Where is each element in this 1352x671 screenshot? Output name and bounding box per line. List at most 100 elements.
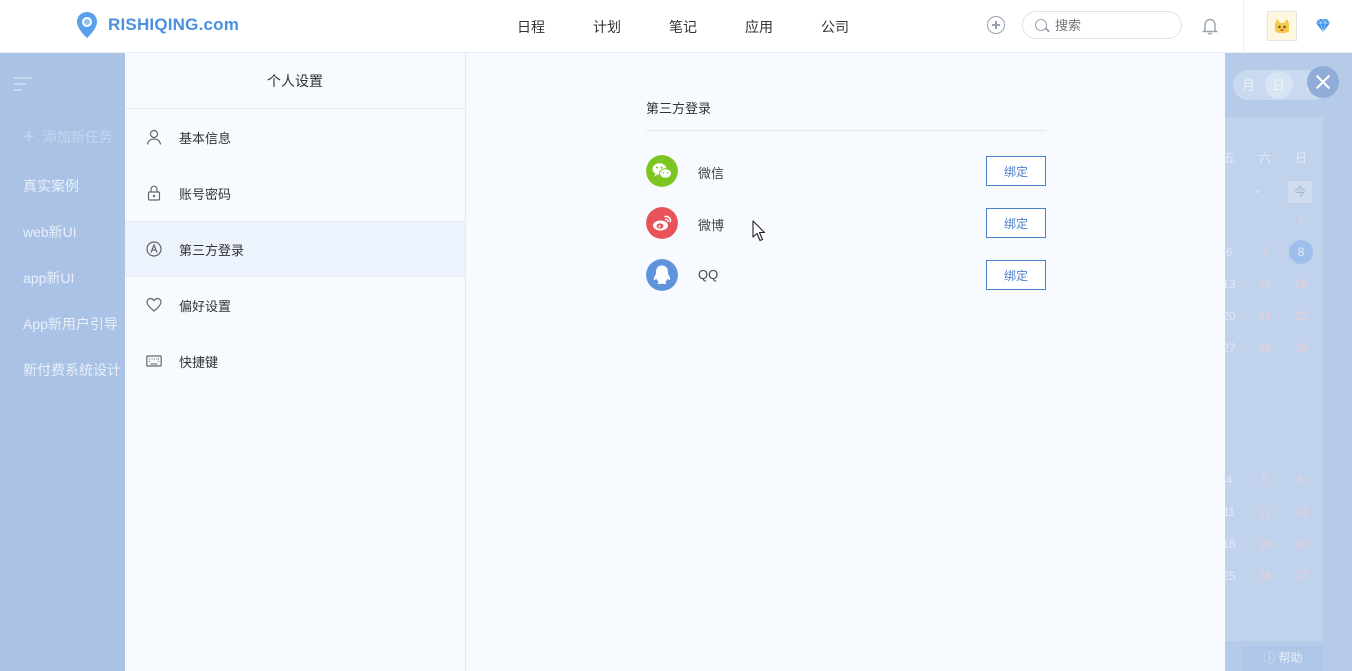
project-item[interactable]: 新付费系统设计 [23,360,121,380]
nav-schedule[interactable]: 日程 [517,17,545,37]
top-nav-bar: RISHIQING.com 日程 计划 笔记 应用 公司 [0,0,1352,53]
mouse-cursor-icon [752,220,766,242]
third-party-icon [146,241,162,257]
nav-plan[interactable]: 计划 [593,17,621,37]
settings-item-label: 账号密码 [179,186,232,202]
settings-title: 个人设置 [125,53,465,109]
search-icon [1035,19,1047,31]
settings-item-label: 基本信息 [179,130,232,146]
settings-item-label: 快捷键 [179,354,219,370]
lock-icon [147,185,161,201]
settings-item-account-password[interactable]: 账号密码 [125,165,465,221]
calendar-day[interactable]: 20 [1225,309,1240,323]
settings-item-shortcuts[interactable]: 快捷键 [125,333,465,389]
mini-calendar: ⌄ 五 六 日 今 1 6 7 8 13 14 15 20 21 22 27 2… [1225,117,1323,641]
bind-wechat-button[interactable]: 绑定 [986,156,1046,186]
calendar-day[interactable]: 27 [1225,341,1240,355]
bind-qq-button[interactable]: 绑定 [986,260,1046,290]
help-button[interactable]: ⓘ 帮助 [1243,646,1323,671]
account-name: QQ [698,267,719,282]
calendar-day[interactable]: 4 [1225,473,1240,487]
bind-row-qq: QQ 绑定 [646,259,1046,291]
calendar-day[interactable]: 29 [1290,341,1312,355]
bind-row-wechat: 微信 绑定 [646,155,1046,187]
weekday-label: 六 [1258,151,1271,165]
nav-company[interactable]: 公司 [821,17,849,37]
close-icon[interactable] [1307,66,1339,98]
logo-text: RISHIQING.com [108,15,240,34]
section-divider [646,130,1046,131]
calendar-day[interactable]: 15 [1290,277,1312,291]
calendar-day[interactable]: 5 [1254,473,1276,487]
location-pin-icon [77,12,97,38]
settings-nav: 个人设置 基本信息 账号密码 第三方登录 偏好设置 快捷键 [125,53,466,671]
bell-icon[interactable] [1202,17,1218,35]
settings-item-third-party[interactable]: 第三方登录 [125,221,465,277]
view-day[interactable]: 日 [1272,75,1285,94]
calendar-day[interactable]: 21 [1254,309,1276,323]
calendar-day[interactable]: 22 [1290,309,1312,323]
calendar-day[interactable]: 6 [1225,245,1240,259]
settings-item-basic-info[interactable]: 基本信息 [125,109,465,165]
calendar-day[interactable]: 7 [1254,245,1276,259]
search-input[interactable] [1055,17,1173,33]
section-title: 第三方登录 [646,101,712,116]
menu-icon[interactable] [14,77,32,91]
keyboard-icon [146,355,162,367]
bind-row-weibo: 微博 绑定 [646,207,1046,239]
add-circle-icon[interactable] [987,16,1005,34]
add-task-label: 添加新任务 [42,129,113,145]
nav-divider [1243,0,1244,53]
logo[interactable]: RISHIQING.com [76,11,239,39]
user-icon [146,129,162,145]
calendar-day[interactable]: 14 [1254,277,1276,291]
settings-item-label: 第三方登录 [179,242,245,258]
today-badge[interactable]: 今 [1288,181,1312,203]
add-task-button[interactable]: + 添加新任务 [23,127,113,147]
calendar-day[interactable]: 1 [1290,213,1312,227]
cat-avatar-icon [1275,19,1289,33]
nav-apps[interactable]: 应用 [745,17,773,37]
chevron-down-icon[interactable]: ⌄ [1253,185,1261,196]
help-label: 帮助 [1278,651,1303,665]
calendar-day[interactable]: 28 [1254,341,1276,355]
calendar-day[interactable]: 25 [1225,569,1240,583]
calendar-day[interactable]: 27 [1290,569,1312,583]
calendar-day[interactable]: 12 [1254,505,1276,519]
view-month[interactable]: 月 [1242,75,1255,94]
calendar-day[interactable]: 26 [1254,569,1276,583]
settings-item-label: 偏好设置 [179,298,232,314]
calendar-day[interactable]: 11 [1225,505,1240,519]
heart-icon [146,297,162,312]
nav-notes[interactable]: 笔记 [669,17,697,37]
project-item[interactable]: app新UI [23,268,74,288]
calendar-day-today[interactable]: 8 [1289,240,1313,264]
bind-weibo-button[interactable]: 绑定 [986,208,1046,238]
calendar-day[interactable]: 18 [1225,537,1240,551]
account-name: 微信 [698,166,725,181]
weibo-icon [646,207,678,239]
qq-icon [646,259,678,291]
main-nav: 日程 计划 笔记 应用 公司 [517,17,897,37]
calendar-day[interactable]: 13 [1225,277,1240,291]
calendar-day[interactable]: 13 [1290,505,1312,519]
help-icon: ⓘ [1263,651,1279,665]
plus-icon: + [23,126,35,148]
calendar-background: 月 日 周 ⌄ 五 六 日 今 1 6 7 8 13 14 15 20 21 2… [1225,53,1352,671]
project-item[interactable]: App新用户引导 [23,314,118,334]
calendar-day[interactable]: 6 [1290,473,1312,487]
weekday-label: 五 [1225,151,1235,165]
weekday-label: 日 [1294,151,1307,165]
diamond-icon[interactable] [1315,17,1331,33]
settings-item-preferences[interactable]: 偏好设置 [125,277,465,333]
project-item[interactable]: 真实案例 [23,176,79,196]
app-sidebar: + 添加新任务 真实案例 web新UI app新UI App新用户引导 新付费系… [0,53,125,671]
search-box[interactable] [1022,11,1182,39]
wechat-icon [646,155,678,187]
project-item[interactable]: web新UI [23,222,77,242]
avatar[interactable] [1267,11,1297,41]
settings-content: 第三方登录 微信 绑定 微博 绑定 QQ 绑定 [466,53,1225,671]
calendar-day[interactable]: 19 [1254,537,1276,551]
account-name: 微博 [698,218,725,233]
calendar-day[interactable]: 20 [1290,537,1312,551]
